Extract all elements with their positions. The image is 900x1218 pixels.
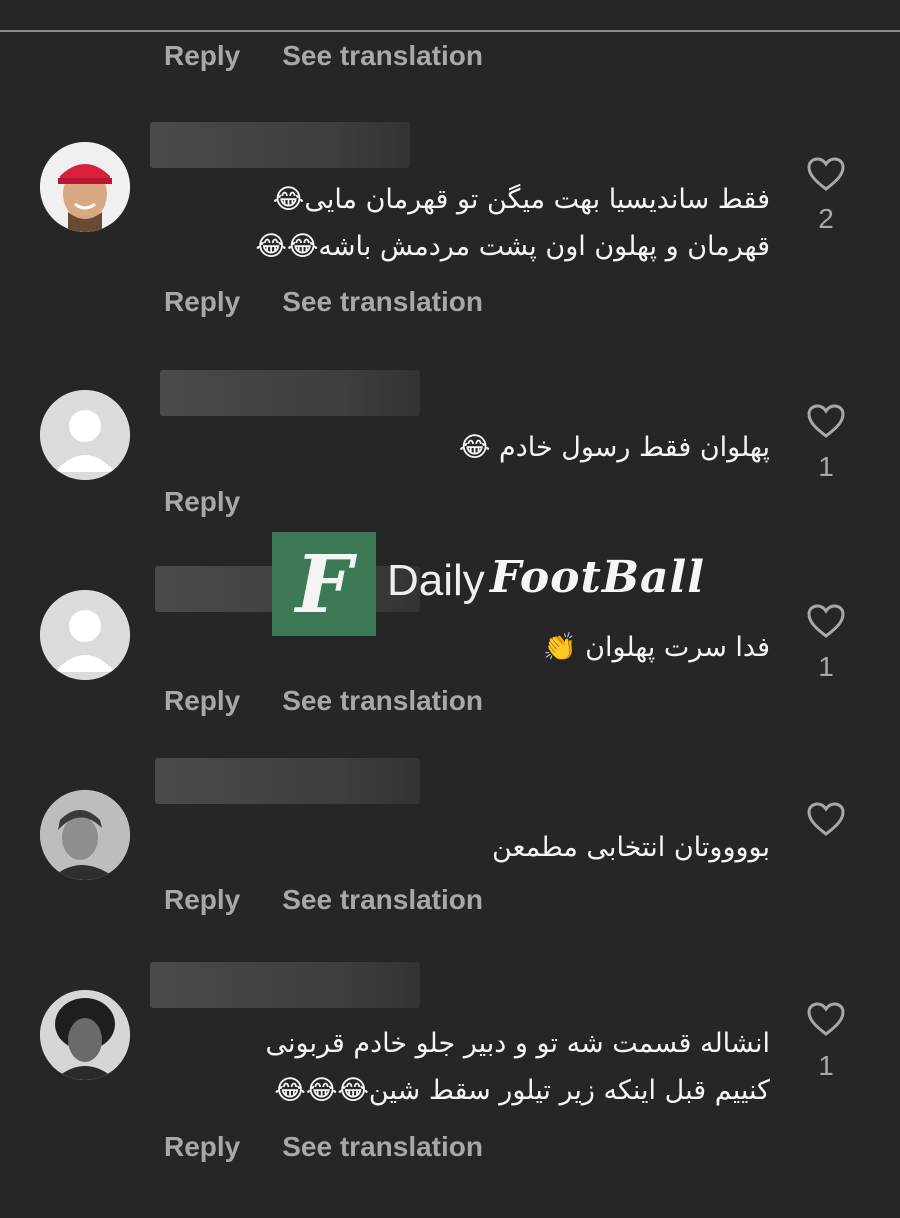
like-heart-icon[interactable] — [806, 402, 846, 442]
username-redacted — [155, 758, 420, 804]
reply-button[interactable]: Reply — [164, 286, 240, 318]
username-redacted — [150, 122, 410, 168]
watermark-letter: F — [295, 537, 353, 631]
like-count: 1 — [818, 451, 834, 482]
daily-football-watermark: F Daily FootBall — [272, 532, 705, 636]
avatar[interactable] — [40, 990, 130, 1080]
see-translation-button[interactable]: See translation — [282, 884, 483, 916]
avatar[interactable] — [40, 790, 130, 880]
like-count: 1 — [818, 651, 834, 682]
like-heart-icon[interactable] — [806, 800, 846, 840]
comment-actions: Reply See translation — [164, 1127, 483, 1167]
watermark-word-daily: Daily — [387, 556, 485, 605]
reply-button[interactable]: Reply — [164, 486, 240, 518]
avatar[interactable] — [40, 142, 130, 232]
like-count: 1 — [818, 1050, 834, 1081]
comment-text: پهلوان فقط رسول خادم 😂 — [458, 432, 770, 463]
default-avatar-icon[interactable] — [40, 390, 130, 480]
comment-actions: Reply See translation — [164, 282, 483, 322]
comment-text: بووووتان انتخابی مطمعن — [492, 832, 770, 863]
reply-button[interactable]: Reply — [164, 1131, 240, 1163]
default-avatar-icon[interactable] — [40, 590, 130, 680]
watermark-word-football: FootBall — [490, 552, 705, 603]
comment-actions: Reply See translation — [164, 681, 483, 721]
see-translation-button[interactable]: See translation — [282, 685, 483, 717]
like-heart-icon[interactable] — [806, 1000, 846, 1040]
username-redacted — [150, 962, 420, 1008]
like-heart-icon[interactable] — [806, 602, 846, 642]
like-count: 2 — [818, 203, 834, 234]
comment-actions: Reply See translation — [164, 880, 483, 920]
comment-actions-top: Reply See translation — [164, 36, 483, 76]
see-translation-button[interactable]: See translation — [282, 40, 483, 72]
comment-actions: Reply — [164, 482, 240, 522]
like-heart-icon[interactable] — [806, 155, 846, 195]
reply-button[interactable]: Reply — [164, 884, 240, 916]
reply-button[interactable]: Reply — [164, 40, 240, 72]
reply-button[interactable]: Reply — [164, 685, 240, 717]
username-redacted — [160, 370, 420, 416]
top-divider — [0, 30, 900, 32]
see-translation-button[interactable]: See translation — [282, 286, 483, 318]
comment-text: فقط ساندیسیا بهت میگن تو قهرمان مایی😂 قه… — [255, 184, 770, 262]
comment-text: انشاله قسمت شه تو و دبیر جلو خادم قربونی… — [265, 1028, 770, 1106]
see-translation-button[interactable]: See translation — [282, 1131, 483, 1163]
